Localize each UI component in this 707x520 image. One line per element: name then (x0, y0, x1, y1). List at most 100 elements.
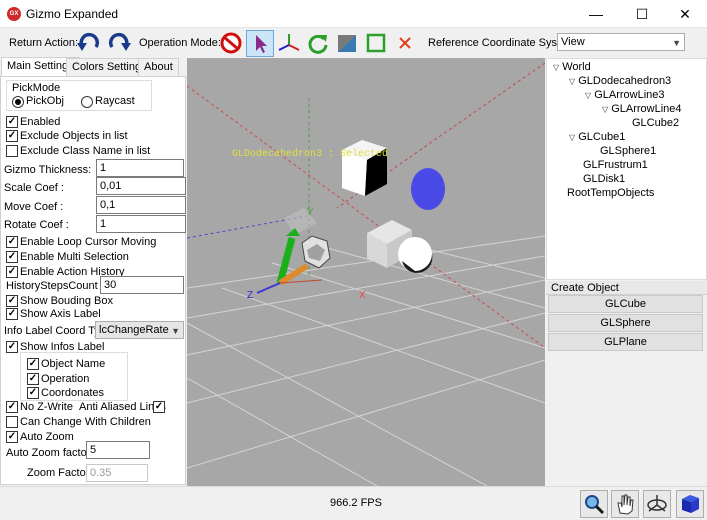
orbit-button[interactable] (643, 490, 671, 518)
scale-coef-label: Scale Coef : (4, 182, 64, 194)
op-rotate-button[interactable] (304, 30, 332, 57)
auto-zoom-factor-field[interactable]: 5 (86, 441, 150, 459)
tree-node[interactable]: ▽ GLArrowLine3 (585, 89, 665, 101)
tree-node[interactable]: GLDisk1 (583, 173, 625, 185)
axis-x-label: X (359, 290, 366, 301)
create-glplane-button[interactable]: GLPlane (548, 333, 703, 351)
return-action-label: Return Action: (9, 37, 79, 49)
exclude-objects-checkbox[interactable]: ✓ (6, 130, 18, 142)
op-delete-button[interactable] (391, 30, 419, 57)
info-coord-select[interactable]: lcChangeRate ▼ (95, 321, 184, 339)
delete-x-icon (399, 37, 411, 49)
move-coef-label: Move Coef : (4, 201, 64, 213)
multi-selection-checkbox[interactable]: ✓ (6, 251, 18, 263)
can-change-children-checkbox[interactable] (6, 416, 18, 428)
op-box-button[interactable] (362, 30, 390, 57)
hand-icon (617, 494, 634, 515)
auto-zoom-label: Auto Zoom (20, 431, 74, 443)
gizmo-thickness-field[interactable]: 1 (96, 159, 184, 177)
anti-aliased-checkbox[interactable]: ✓ (153, 401, 165, 413)
ref-coord-select[interactable]: View ▼ (557, 33, 685, 51)
close-button[interactable]: ✕ (662, 0, 707, 28)
tree-node[interactable]: ▽ World (553, 61, 591, 73)
toolbar: Return Action: Operation Mode: Reference… (0, 28, 707, 58)
tree-node[interactable]: GLCube2 (632, 117, 679, 129)
auto-zoom-checkbox[interactable]: ✓ (6, 431, 18, 443)
view-cube-button[interactable] (676, 490, 704, 518)
minimize-button[interactable]: — (573, 0, 619, 28)
tree-node-label: GLSphere1 (600, 145, 657, 157)
settings-panel: Main Settings Colors Settings About Pick… (0, 57, 186, 485)
scene-canvas[interactable]: GLDodecahedron3 : Selected Z X Y (187, 58, 545, 486)
show-infos-checkbox[interactable]: ✓ (6, 341, 18, 353)
title-bar: GX Gizmo Expanded — ☐ ✕ (0, 0, 707, 28)
exclude-class-checkbox[interactable] (6, 145, 18, 157)
zoom-button[interactable] (580, 490, 608, 518)
scene-panel: ▽ World ▽ GLDodecahedron3 ▽ GLArrowLine3… (546, 58, 707, 486)
coordonates-checkbox[interactable]: ✓ (27, 387, 39, 399)
exclude-class-label: Exclude Class Name in list (20, 145, 151, 157)
tab-about[interactable]: About (138, 58, 179, 77)
object-name-checkbox[interactable]: ✓ (27, 358, 39, 370)
scene-viewport[interactable]: GLDodecahedron3 : Selected Z X Y (187, 58, 545, 486)
tree-node[interactable]: ▽ GLDodecahedron3 (569, 75, 671, 87)
cube-view-icon (682, 495, 699, 513)
scale-icon (338, 35, 356, 52)
pickobj-radio[interactable] (12, 96, 24, 108)
tree-node[interactable]: RootTempObjects (567, 187, 654, 199)
tree-node[interactable]: GLFrustrum1 (583, 159, 648, 171)
sphere-object[interactable] (398, 237, 432, 271)
info-coord-label: Info Label Coord Typ (4, 325, 106, 337)
expander-icon[interactable]: ▽ (585, 91, 591, 100)
expander-icon[interactable]: ▽ (569, 133, 575, 142)
show-bouding-checkbox[interactable]: ✓ (6, 295, 18, 307)
tree-node-label: GLArrowLine4 (611, 103, 682, 115)
tree-node-label: World (562, 61, 591, 73)
orbit-icon (647, 495, 667, 512)
enabled-label: Enabled (20, 116, 61, 128)
tree-node[interactable]: ▽ GLCube1 (569, 131, 625, 143)
exclude-objects-label: Exclude Objects in list (20, 130, 128, 142)
rotate-coef-field[interactable]: 1 (96, 215, 186, 233)
operation-checkbox[interactable]: ✓ (27, 373, 39, 385)
maximize-button[interactable]: ☐ (619, 0, 665, 28)
create-glsphere-button[interactable]: GLSphere (548, 314, 703, 332)
move-coef-field[interactable]: 0,1 (96, 196, 186, 214)
action-history-checkbox[interactable]: ✓ (6, 266, 18, 278)
gizmo-thickness-label: Gizmo Thickness: (4, 164, 92, 176)
raycast-radio[interactable] (81, 96, 93, 108)
expander-icon[interactable]: ▽ (602, 105, 608, 114)
tree-node-label: GLCube2 (632, 117, 680, 129)
tree-node-label: GLDodecahedron3 (578, 75, 672, 87)
chevron-down-icon: ▼ (171, 326, 180, 336)
ref-coord-value: View (561, 36, 585, 48)
redo-button[interactable] (105, 30, 133, 57)
history-steps-field[interactable]: 30 (100, 276, 184, 294)
op-none-button[interactable] (217, 30, 245, 57)
tree-node-label: RootTempObjects (567, 187, 655, 199)
undo-button[interactable] (75, 30, 103, 57)
op-select-button[interactable] (246, 30, 274, 57)
rotate-icon (308, 34, 328, 54)
no-zwrite-checkbox[interactable]: ✓ (6, 401, 18, 413)
create-glcube-button[interactable]: GLCube (548, 295, 703, 313)
tree-node[interactable]: ▽ GLArrowLine4 (602, 103, 682, 115)
expander-icon[interactable]: ▽ (553, 63, 559, 72)
expander-icon[interactable]: ▽ (569, 77, 575, 86)
can-change-children-label: Can Change With Children (20, 416, 151, 428)
enabled-checkbox[interactable]: ✓ (6, 116, 18, 128)
show-axis-checkbox[interactable]: ✓ (6, 308, 18, 320)
op-scale-button[interactable] (333, 30, 361, 57)
status-bar: 966.2 FPS (0, 486, 707, 519)
scale-coef-field[interactable]: 0,01 (96, 177, 186, 195)
auto-zoom-factor-label: Auto Zoom factor (6, 447, 91, 459)
loop-cursor-checkbox[interactable]: ✓ (6, 236, 18, 248)
scene-tree: ▽ World ▽ GLDodecahedron3 ▽ GLArrowLine3… (546, 58, 707, 280)
window-title: Gizmo Expanded (26, 7, 119, 21)
tree-node[interactable]: GLSphere1 (600, 145, 656, 157)
zoom-factor-label: Zoom Factor (27, 467, 90, 479)
pan-button[interactable] (611, 490, 639, 518)
op-move-button[interactable] (275, 30, 303, 57)
create-object-title: Create Object (551, 282, 619, 294)
disk-object[interactable] (411, 168, 445, 210)
